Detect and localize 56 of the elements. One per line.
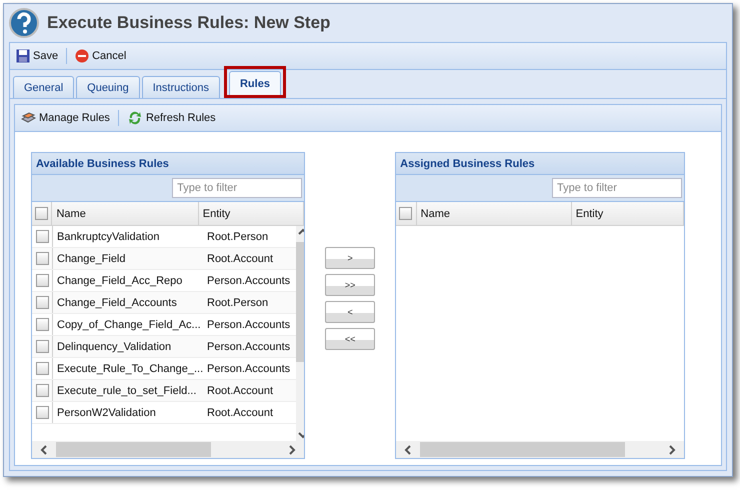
manage-rules-button[interactable]: Manage Rules [19, 109, 112, 127]
row-checkbox[interactable] [36, 362, 48, 375]
rule-entity: Root.Account [206, 384, 274, 398]
rule-name: Change_Field_Acc_Repo [56, 274, 184, 288]
rule-name: Delinquency_Validation [56, 340, 172, 354]
column-header[interactable]: Name [416, 202, 572, 225]
rule-name: PersonW2Validation [56, 406, 157, 420]
row-checkbox[interactable] [36, 252, 48, 265]
tab[interactable]: Queuing [76, 76, 140, 98]
select-all-checkbox[interactable] [399, 207, 412, 220]
grid-title: Assigned Business Rules [396, 153, 684, 175]
rule-name: Copy_of_Change_Field_Ac... [56, 318, 202, 332]
grid-title: Available Business Rules [32, 153, 304, 175]
rule-entity: Person.Accounts [206, 274, 292, 288]
row-checkbox[interactable] [36, 274, 48, 287]
cancel-icon [75, 49, 90, 63]
row-checkbox[interactable] [36, 384, 48, 397]
horizontal-scrollbar[interactable] [396, 441, 684, 458]
rule-entity: Person.Accounts [206, 318, 292, 332]
row-checkbox[interactable] [36, 406, 48, 419]
rule-entity: Root.Account [206, 406, 274, 420]
tab[interactable]: Instructions [142, 76, 220, 98]
column-header[interactable]: Name [52, 202, 199, 225]
column-header[interactable]: Entity [198, 202, 304, 225]
select-all-checkbox[interactable] [35, 207, 48, 220]
row-checkbox[interactable] [36, 296, 48, 309]
rule-name: Change_Field [56, 252, 126, 266]
rule-entity: Person.Accounts [206, 362, 292, 376]
move-button[interactable]: << [325, 328, 376, 350]
horizontal-scrollbar[interactable] [32, 441, 304, 458]
rule-name: Change_Field_Accounts [56, 296, 178, 310]
tab[interactable]: Rules [228, 71, 281, 95]
rule-name: BankruptcyValidation [56, 230, 161, 244]
window-title: Execute Business Rules: New Step [47, 13, 330, 33]
tab[interactable]: General [13, 76, 74, 98]
rule-entity: Root.Person [206, 230, 270, 244]
refresh-icon [126, 110, 143, 126]
row-checkbox[interactable] [36, 230, 48, 243]
refresh-rules-button[interactable]: Refresh Rules [124, 108, 218, 128]
rule-entity: Person.Accounts [206, 340, 292, 354]
help-icon [9, 8, 39, 38]
move-button[interactable]: < [325, 301, 376, 323]
filter-field[interactable]: Type to filter [172, 178, 302, 198]
rule-entity: Root.Person [206, 296, 270, 310]
rule-name: Execute_rule_to_set_Field... [56, 384, 198, 398]
save-button[interactable]: Save [14, 47, 60, 65]
row-checkbox[interactable] [36, 340, 48, 353]
rule-name: Execute_Rule_To_Change_... [56, 362, 203, 376]
move-button[interactable]: > [325, 247, 376, 269]
row-checkbox[interactable] [36, 318, 48, 331]
rule-entity: Root.Account [206, 252, 274, 266]
cancel-button[interactable]: Cancel [73, 47, 128, 65]
move-button[interactable]: >> [325, 274, 376, 296]
filter-field[interactable]: Type to filter [552, 178, 682, 198]
rules-stack-icon [21, 111, 36, 125]
column-header[interactable]: Entity [572, 202, 684, 225]
